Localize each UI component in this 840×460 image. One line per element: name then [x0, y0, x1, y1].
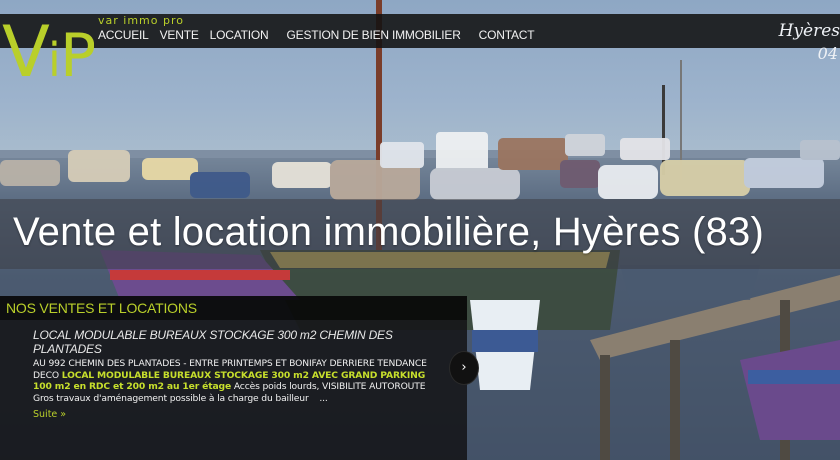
listings-panel: NOS VENTES ET LOCATIONS LOCAL MODULABLE …	[0, 296, 467, 460]
listing-description: AU 992 CHEMIN DES PLANTADES - ENTRE PRIN…	[33, 358, 437, 404]
city-logo-name: Hyères	[778, 21, 840, 41]
listing-more-link[interactable]: Suite »	[33, 409, 66, 420]
svg-text:i: i	[48, 33, 61, 87]
nav-contact[interactable]: CONTACT	[470, 26, 544, 44]
city-logo-number: 04	[817, 44, 838, 63]
next-listing-button[interactable]: ›	[449, 351, 479, 385]
hero-title: Vente et location immobilière, Hyères (8…	[13, 210, 764, 254]
listing-desc-ellipsis: ...	[319, 392, 328, 404]
listing-title[interactable]: LOCAL MODULABLE BUREAUX STOCKAGE 300 m2 …	[33, 328, 457, 356]
svg-text:P: P	[60, 21, 94, 90]
nav-location[interactable]: LOCATION	[208, 26, 278, 44]
main-nav: ACCUEIL VENTE LOCATION GESTION DE BIEN I…	[96, 26, 543, 44]
vip-logo[interactable]: V i P	[2, 6, 94, 90]
nav-vente[interactable]: VENTE	[158, 26, 208, 44]
svg-text:V: V	[2, 11, 50, 90]
listings-heading: NOS VENTES ET LOCATIONS	[0, 296, 467, 320]
chevron-right-icon: ›	[461, 360, 467, 375]
nav-accueil[interactable]: ACCUEIL	[96, 26, 158, 44]
nav-gestion[interactable]: GESTION DE BIEN IMMOBILIER	[278, 26, 470, 44]
listing-card: LOCAL MODULABLE BUREAUX STOCKAGE 300 m2 …	[0, 320, 467, 460]
